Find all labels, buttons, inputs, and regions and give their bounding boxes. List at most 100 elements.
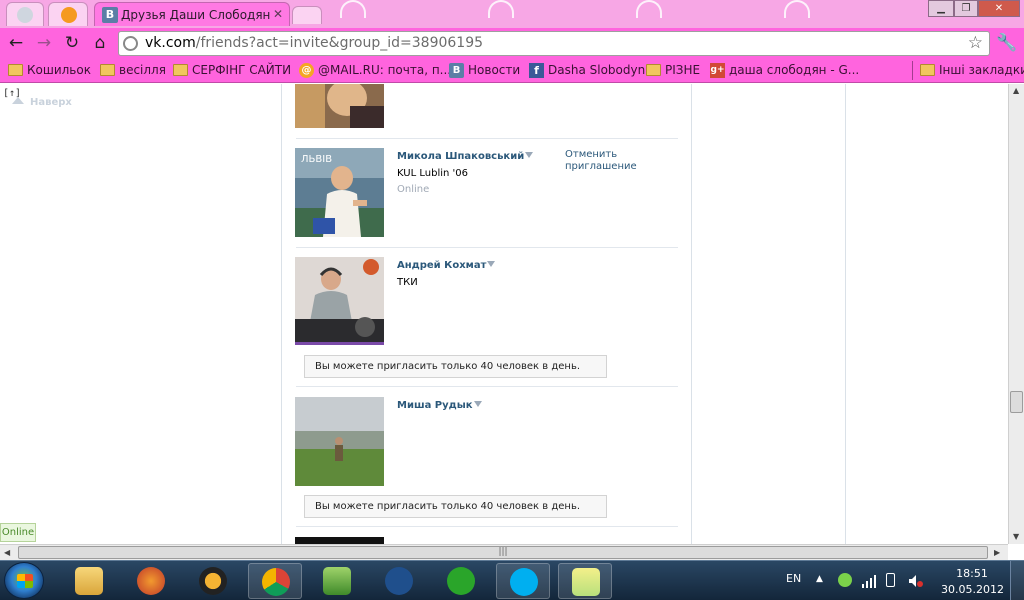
theme-decoration (340, 0, 366, 18)
cancel-invite-link[interactable]: Отменить приглашение (565, 149, 645, 173)
taskbar-utorrent[interactable] (434, 563, 488, 599)
bookmark-surfing[interactable]: СЕРФІНГ САЙТИ (173, 62, 291, 79)
back-arrow-icon[interactable]: ← (6, 33, 26, 53)
chat-tray-icon[interactable] (838, 573, 852, 587)
tab-odnoklassniki[interactable] (48, 2, 88, 26)
vertical-scroll-thumb[interactable] (1010, 391, 1023, 413)
scroll-down-icon[interactable]: ▼ (1013, 532, 1019, 541)
sticky-notes-icon (572, 568, 600, 596)
friend-avatar[interactable]: ЛЬВІВ (295, 148, 384, 237)
new-tab-button[interactable] (292, 6, 322, 24)
bookmark-novosti[interactable]: В Новости (449, 62, 520, 79)
utorrent-icon (447, 567, 475, 595)
google-chrome-icon (262, 568, 290, 596)
show-desktop-button[interactable] (1010, 561, 1024, 600)
friend-status: Online (397, 184, 430, 195)
friend-name[interactable]: Микола Шпаковський (397, 151, 534, 162)
bookmark-mailru[interactable]: @ @MAIL.RU: почта, п... (299, 62, 451, 79)
clock-date[interactable]: 30.05.2012 (941, 583, 1004, 596)
taskbar-aimp[interactable] (186, 563, 240, 599)
forward-arrow-icon[interactable]: → (34, 33, 54, 53)
folder-icon (920, 64, 935, 76)
friend-avatar[interactable] (295, 84, 384, 128)
taskbar-chrome[interactable] (248, 563, 302, 599)
taskbar-sticky-notes[interactable] (558, 563, 612, 599)
close-tab-icon[interactable]: ✕ (273, 7, 283, 21)
odnoklassniki-icon (61, 7, 77, 23)
archive-manager-icon (323, 567, 351, 595)
reload-icon[interactable]: ↻ (62, 33, 82, 53)
volume-muted-icon[interactable] (908, 573, 923, 587)
friend-subtitle: ТКИ (397, 277, 418, 288)
bookmark-label: Новости (468, 63, 521, 77)
svg-text:ЛЬВІВ: ЛЬВІВ (301, 154, 332, 165)
folder-icon (173, 64, 188, 76)
friend-avatar[interactable] (295, 537, 384, 544)
tab-vk-friends[interactable]: В Друзья Даши Слободян | 2 ✕ (94, 2, 290, 26)
minimize-button[interactable]: ▁ (928, 0, 954, 17)
horizontal-scrollbar[interactable]: ◀ ||| ▶ (0, 544, 1008, 560)
avatar-photo (295, 397, 384, 486)
theme-decoration (488, 0, 514, 18)
scroll-left-icon[interactable]: ◀ (4, 548, 10, 557)
taskbar-ccleaner[interactable] (124, 563, 178, 599)
language-indicator[interactable]: EN (786, 572, 801, 585)
taskbar-skype[interactable] (496, 563, 550, 599)
vk-icon: В (449, 63, 464, 78)
maximize-button[interactable]: ❐ (954, 0, 978, 17)
signal-icon[interactable] (862, 573, 876, 588)
clock-time[interactable]: 18:51 (944, 567, 1000, 580)
friend-name-text: Миша Рудык (397, 400, 473, 411)
friend-avatar[interactable] (295, 257, 384, 345)
bookmark-koshilok[interactable]: Кошильок (8, 62, 91, 79)
bookmark-label: Інші закладки (939, 63, 1024, 77)
back-to-top-link[interactable]: Наверх (12, 97, 72, 108)
folder-icon (100, 64, 115, 76)
bookmark-label: @MAIL.RU: почта, п... (318, 63, 452, 77)
address-bar[interactable]: vk.com/friends?act=invite&group_id=38906… (118, 31, 990, 56)
horizontal-scroll-thumb[interactable]: ||| (18, 546, 988, 559)
bookmark-label: весілля (119, 63, 166, 77)
vertical-scrollbar[interactable]: ▲ ▼ (1008, 84, 1024, 544)
friend-name[interactable]: Андрей Кохмат (397, 260, 496, 271)
url-text[interactable]: vk.com/friends?act=invite&group_id=38906… (145, 35, 483, 51)
bookmark-label: даша слободян - G... (729, 63, 860, 77)
battery-icon[interactable] (886, 573, 895, 587)
avatar-photo (295, 84, 384, 128)
scroll-up-icon[interactable]: ▲ (1013, 86, 1019, 95)
start-button[interactable] (4, 562, 44, 599)
scroll-right-icon[interactable]: ▶ (994, 548, 1000, 557)
column-divider (845, 84, 846, 544)
friend-avatar[interactable] (295, 397, 384, 486)
url-path: /friends?act=invite&group_id=38906195 (195, 35, 484, 51)
close-window-button[interactable]: ✕ (978, 0, 1020, 17)
theme-decoration (636, 0, 662, 18)
friend-name-text: Андрей Кохмат (397, 260, 487, 271)
row-separator (296, 138, 678, 139)
invite-limit-notice: Вы можете пригласить только 40 человек в… (304, 495, 607, 518)
taskbar-archive[interactable] (310, 563, 364, 599)
taskbar-explorer[interactable] (62, 563, 116, 599)
tab-blank[interactable] (6, 2, 44, 26)
windows-explorer-icon (75, 567, 103, 595)
bookmark-google-plus[interactable]: g+ даша слободян - G... (710, 62, 859, 79)
dropdown-arrow-icon[interactable] (473, 401, 482, 407)
pinnacle-icon (385, 567, 413, 595)
dropdown-arrow-icon[interactable] (525, 152, 534, 158)
back-to-top-label: Наверх (30, 97, 72, 108)
bookmark-other[interactable]: Інші закладки (920, 62, 1024, 79)
tab-title: Друзья Даши Слободян | 2 (121, 8, 271, 22)
bookmark-star-icon[interactable]: ☆ (968, 33, 983, 53)
bookmark-rizne[interactable]: РІЗНЕ (646, 62, 700, 79)
taskbar-pinnacle[interactable] (372, 563, 426, 599)
url-host: vk.com (145, 35, 196, 51)
friend-name[interactable]: Миша Рудык (397, 400, 482, 411)
row-separator (296, 247, 678, 248)
show-hidden-icons[interactable]: ▲ (816, 574, 823, 584)
mailru-icon: @ (299, 63, 314, 78)
bookmark-facebook[interactable]: f Dasha Slobodyn (529, 62, 645, 79)
home-icon[interactable]: ⌂ (90, 33, 110, 53)
wrench-icon[interactable]: 🔧 (996, 33, 1017, 53)
dropdown-arrow-icon[interactable] (487, 261, 496, 267)
bookmark-vesillya[interactable]: весілля (100, 62, 166, 79)
